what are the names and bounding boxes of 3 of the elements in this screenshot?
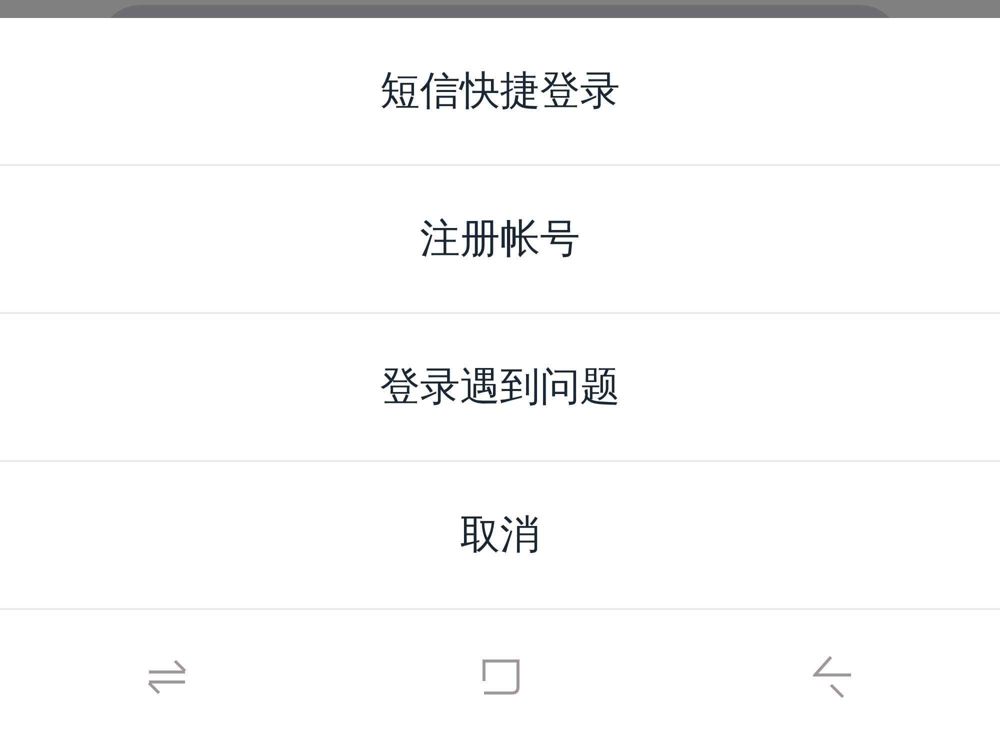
back-icon[interactable] <box>813 655 854 699</box>
recent-apps-icon[interactable] <box>146 657 187 697</box>
home-icon[interactable] <box>480 657 520 697</box>
